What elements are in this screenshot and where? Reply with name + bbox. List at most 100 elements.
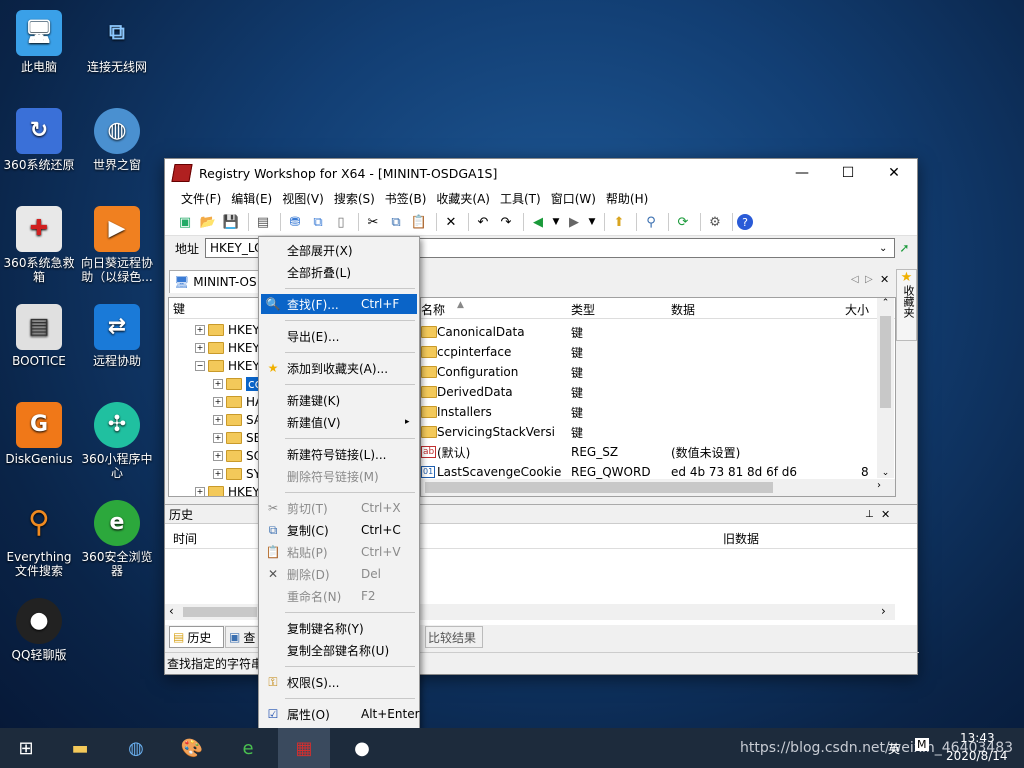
tree-item[interactable]: + SY: [213, 464, 261, 484]
menu-item-copy-full-key-name[interactable]: 复制全部键名称(U): [261, 640, 417, 660]
desktop-icon-remote-assist[interactable]: ⇄ 远程协助: [80, 304, 154, 368]
menu-item-export[interactable]: 导出(E)...: [261, 326, 417, 346]
value-list-pane[interactable]: 名称 ▲ 类型 数据 大小 CanonicalData 键 ccpinterfac…: [420, 297, 896, 497]
menu-view[interactable]: 视图(V): [278, 190, 328, 207]
desktop-icon-wifi[interactable]: ⧉ 连接无线网: [80, 10, 154, 75]
close-button[interactable]: ✕: [871, 159, 917, 187]
refresh-icon[interactable]: ⟳: [673, 212, 693, 232]
menu-item-paste[interactable]: 📋 粘贴(P) Ctrl+V: [261, 542, 417, 562]
menu-item-copy-key-name[interactable]: 复制键名称(Y): [261, 618, 417, 638]
pin-icon[interactable]: ⊥: [865, 509, 874, 520]
back-dropdown-icon[interactable]: ▼: [551, 212, 561, 232]
tree-item[interactable]: + HKEY: [195, 338, 260, 358]
tree-item[interactable]: + HA: [213, 392, 263, 412]
taskbar-360-browser-icon[interactable]: e: [222, 728, 274, 768]
menu-item-copy[interactable]: ⧉ 复制(C) Ctrl+C: [261, 520, 417, 540]
menu-item-permissions[interactable]: ⚿ 权限(S)...: [261, 672, 417, 692]
connect-icon[interactable]: ▣: [175, 212, 195, 232]
desktop-icon-everything[interactable]: ⚲ Everything文件搜索: [2, 500, 76, 579]
desktop-icon-qq[interactable]: ● QQ轻聊版: [2, 598, 76, 662]
scrollbar-thumb[interactable]: [425, 482, 773, 493]
scroll-up-icon[interactable]: ⌃: [877, 298, 894, 308]
forward-icon[interactable]: ▶: [564, 212, 584, 232]
menu-item-expand-all[interactable]: 全部展开(X): [261, 240, 417, 260]
tab-scroll-right-icon[interactable]: ▷: [865, 274, 873, 285]
menu-item-collapse-all[interactable]: 全部折叠(L): [261, 262, 417, 282]
up-level-icon[interactable]: ⬆: [609, 212, 629, 232]
tree-item-selected[interactable]: + cc: [213, 374, 264, 394]
column-header-name[interactable]: 名称: [421, 301, 445, 318]
taskbar-browser-icon[interactable]: ◍: [110, 728, 162, 768]
column-header-data[interactable]: 数据: [671, 301, 695, 318]
forward-dropdown-icon[interactable]: ▼: [587, 212, 597, 232]
print-icon[interactable]: ▤: [253, 212, 273, 232]
save-icon[interactable]: 💾: [221, 212, 241, 232]
maximize-button[interactable]: ☐: [825, 159, 871, 187]
taskbar-registry-workshop-icon[interactable]: ▦: [278, 728, 330, 768]
back-icon[interactable]: ◀: [528, 212, 548, 232]
list-item[interactable]: Configuration 键: [421, 362, 881, 382]
ime-indicator[interactable]: 英: [888, 740, 900, 757]
document-tab[interactable]: 🖥 MININT-OS: [169, 270, 265, 293]
menu-window[interactable]: 窗口(W): [547, 190, 600, 207]
menu-item-new-value[interactable]: 新建值(V) ▸: [261, 412, 417, 432]
title-bar[interactable]: Registry Workshop for X64 - [MININT-OSDG…: [165, 159, 917, 187]
clock-time[interactable]: 13:43: [960, 731, 995, 745]
list-item[interactable]: CanonicalData 键: [421, 322, 881, 342]
tree-item[interactable]: + SE: [213, 428, 261, 448]
taskbar-qq-icon[interactable]: ●: [336, 728, 388, 768]
scroll-right-icon[interactable]: ›: [877, 480, 881, 491]
column-header-size[interactable]: 大小: [845, 301, 869, 318]
column-header-time[interactable]: 时间: [173, 530, 197, 547]
delete-icon[interactable]: ✕: [441, 212, 461, 232]
tree-item[interactable]: + HKEY: [195, 320, 260, 340]
desktop-icon-360-mini[interactable]: ✣ 360小程序中心: [80, 402, 154, 480]
clock-date[interactable]: 2020/8/14: [946, 749, 1008, 763]
menu-file[interactable]: 文件(F): [177, 190, 225, 207]
tree-item[interactable]: − HKEY: [195, 356, 260, 376]
tab-close-icon[interactable]: ✕: [880, 273, 889, 286]
scroll-right-icon[interactable]: ›: [881, 604, 886, 618]
network-registry-icon[interactable]: ⧉: [308, 212, 328, 232]
tab-history[interactable]: ▤ 历史: [169, 626, 224, 648]
minimize-button[interactable]: —: [779, 159, 825, 187]
taskbar-paint-icon[interactable]: 🎨: [166, 728, 218, 768]
menu-favorites[interactable]: 收藏夹(A): [432, 190, 494, 207]
scrollbar-thumb[interactable]: [183, 607, 257, 617]
desktop-icon-diskgenius[interactable]: G DiskGenius: [2, 402, 76, 466]
desktop-icon-bootice[interactable]: ▤ BOOTICE: [2, 304, 76, 368]
cut-icon[interactable]: ✂: [363, 212, 383, 232]
panel-close-icon[interactable]: ✕: [881, 508, 890, 521]
list-item[interactable]: DerivedData 键: [421, 382, 881, 402]
list-item[interactable]: Installers 键: [421, 402, 881, 422]
menu-item-delete[interactable]: ✕ 删除(D) Del: [261, 564, 417, 584]
menu-item-cut[interactable]: ✂ 剪切(T) Ctrl+X: [261, 498, 417, 518]
menu-bookmark[interactable]: 书签(B): [381, 190, 431, 207]
file-explorer-icon[interactable]: ▬: [54, 728, 106, 768]
menu-item-properties[interactable]: ☑ 属性(O) Alt+Enter: [261, 704, 420, 724]
menu-item-new-key[interactable]: 新建键(K): [261, 390, 417, 410]
menu-item-delete-symlink[interactable]: 删除符号链接(M): [261, 466, 417, 486]
desktop-icon-360-restore[interactable]: ↻ 360系统还原: [2, 108, 76, 172]
menu-item-new-symlink[interactable]: 新建符号链接(L)...: [261, 444, 417, 464]
disconnect-icon[interactable]: ▯: [331, 212, 351, 232]
scrollbar-thumb[interactable]: [880, 316, 891, 408]
list-item[interactable]: ab (默认) REG_SZ (数值未设置): [421, 442, 881, 462]
desktop-icon-360-rescue[interactable]: ✚ 360系统急救箱: [2, 206, 76, 284]
menu-search[interactable]: 搜索(S): [330, 190, 379, 207]
list-item[interactable]: ccpinterface 键: [421, 342, 881, 362]
scroll-left-icon[interactable]: ‹: [169, 604, 174, 618]
copy-icon[interactable]: ⧉: [386, 212, 406, 232]
registry-icon[interactable]: ⛃: [285, 212, 305, 232]
scroll-down-icon[interactable]: ⌄: [877, 468, 894, 478]
redo-icon[interactable]: ↷: [496, 212, 516, 232]
ime-mode-box[interactable]: M: [915, 738, 929, 751]
help-icon[interactable]: ?: [737, 214, 753, 230]
column-header-type[interactable]: 类型: [571, 301, 595, 318]
paste-icon[interactable]: 📋: [409, 212, 429, 232]
options-gear-icon[interactable]: ⚙: [705, 212, 725, 232]
menu-item-find[interactable]: 🔍 查找(F)... Ctrl+F: [261, 294, 417, 314]
menu-item-add-favorite[interactable]: ★ 添加到收藏夹(A)...: [261, 358, 417, 378]
start-button[interactable]: ⊞: [0, 728, 52, 768]
vertical-scrollbar[interactable]: ⌃ ⌄: [877, 298, 894, 478]
